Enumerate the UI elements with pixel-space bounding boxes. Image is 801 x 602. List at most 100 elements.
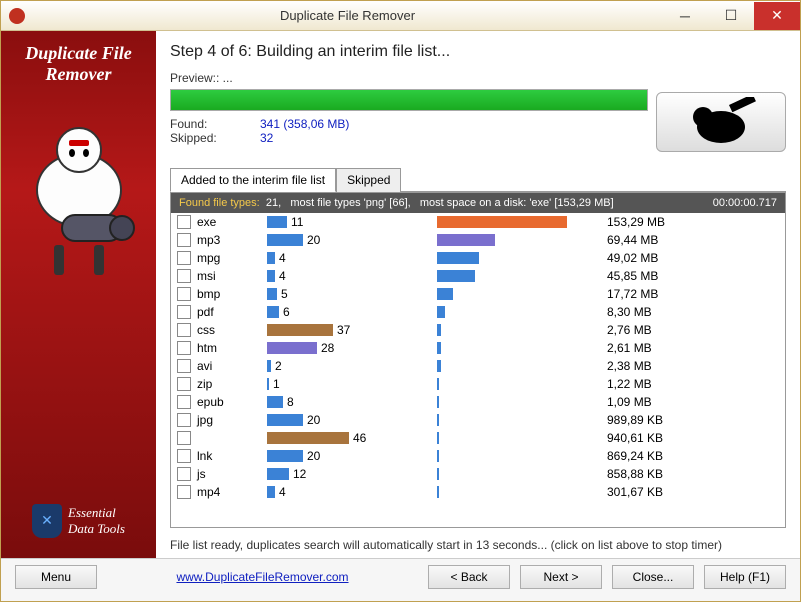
count-bar: 20 (267, 233, 437, 247)
essential-data-tools-logo: Essential Data Tools (32, 504, 125, 538)
file-icon (177, 251, 191, 265)
close-dialog-button[interactable]: Close... (612, 565, 694, 589)
list-item[interactable]: exe11 153,29 MB (171, 213, 785, 231)
count-bar: 8 (267, 395, 437, 409)
shield-icon (32, 504, 62, 538)
tab-added[interactable]: Added to the interim file list (170, 168, 336, 192)
size-label: 858,88 KB (607, 467, 779, 481)
size-label: 49,02 MB (607, 251, 779, 265)
list-item[interactable]: epub8 1,09 MB (171, 393, 785, 411)
ext-label: htm (197, 341, 267, 355)
size-label: 869,24 KB (607, 449, 779, 463)
size-bar (437, 306, 607, 318)
size-label: 8,30 MB (607, 305, 779, 319)
size-bar (437, 396, 607, 408)
ext-label: bmp (197, 287, 267, 301)
ext-label: msi (197, 269, 267, 283)
count-bar: 5 (267, 287, 437, 301)
file-icon (177, 287, 191, 301)
size-bar (437, 270, 607, 282)
maximize-button[interactable]: ☐ (708, 2, 754, 30)
ext-label: zip (197, 377, 267, 391)
size-bar (437, 378, 607, 390)
app-logo-text: Duplicate File Remover (25, 43, 132, 85)
list-item[interactable]: lnk20 869,24 KB (171, 447, 785, 465)
file-icon (177, 323, 191, 337)
window-title: Duplicate File Remover (33, 8, 662, 23)
list-item[interactable]: mpg449,02 MB (171, 249, 785, 267)
list-item[interactable]: js12 858,88 KB (171, 465, 785, 483)
size-bar (437, 486, 607, 498)
count-bar: 20 (267, 413, 437, 427)
list-item[interactable]: jpg20 989,89 KB (171, 411, 785, 429)
size-label: 153,29 MB (607, 215, 779, 229)
progress-bar (170, 89, 648, 111)
found-label: Found: (170, 117, 230, 131)
titlebar: Duplicate File Remover ─ ☐ ✕ (1, 1, 800, 31)
count-bar: 4 (267, 485, 437, 499)
tab-skipped[interactable]: Skipped (336, 168, 401, 192)
list-item[interactable]: 46940,61 KB (171, 429, 785, 447)
size-label: 989,89 KB (607, 413, 779, 427)
file-icon (177, 305, 191, 319)
file-icon (177, 431, 191, 445)
sidebar: Duplicate File Remover (1, 31, 156, 558)
size-bar (437, 360, 607, 372)
size-label: 1,22 MB (607, 377, 779, 391)
size-label: 1,09 MB (607, 395, 779, 409)
size-label: 69,44 MB (607, 233, 779, 247)
ext-label: avi (197, 359, 267, 373)
found-value: 341 (358,06 MB) (260, 117, 349, 131)
list-item[interactable]: zip11,22 MB (171, 375, 785, 393)
size-label: 17,72 MB (607, 287, 779, 301)
file-type-list[interactable]: Found file types: 21, most file types 'p… (170, 192, 786, 528)
file-icon (177, 377, 191, 391)
list-item[interactable]: css372,76 MB (171, 321, 785, 339)
list-item[interactable]: avi22,38 MB (171, 357, 785, 375)
footer-note: File list ready, duplicates search will … (170, 528, 786, 558)
list-item[interactable]: msi445,85 MB (171, 267, 785, 285)
list-item[interactable]: bmp5 17,72 MB (171, 285, 785, 303)
list-item[interactable]: mp44301,67 KB (171, 483, 785, 501)
ext-label: exe (197, 215, 267, 229)
count-bar: 12 (267, 467, 437, 481)
app-window: Duplicate File Remover ─ ☐ ✕ Duplicate F… (0, 0, 801, 602)
size-label: 2,61 MB (607, 341, 779, 355)
size-label: 45,85 MB (607, 269, 779, 283)
ext-label: pdf (197, 305, 267, 319)
list-item[interactable]: htm282,61 MB (171, 339, 785, 357)
file-icon (177, 359, 191, 373)
size-label: 940,61 KB (607, 431, 779, 445)
list-item[interactable]: pdf68,30 MB (171, 303, 785, 321)
ext-label: mp3 (197, 233, 267, 247)
count-bar: 2 (267, 359, 437, 373)
ext-label: js (197, 467, 267, 481)
list-item[interactable]: mp320 69,44 MB (171, 231, 785, 249)
back-button[interactable]: < Back (428, 565, 510, 589)
file-icon (177, 449, 191, 463)
count-bar: 37 (267, 323, 437, 337)
help-button[interactable]: Help (F1) (704, 565, 786, 589)
file-icon (177, 341, 191, 355)
ext-label: epub (197, 395, 267, 409)
list-rows[interactable]: exe11153,29 MBmp32069,44 MBmpg449,02 MBm… (171, 213, 785, 527)
ext-label: lnk (197, 449, 267, 463)
website-link[interactable]: www.DuplicateFileRemover.com (107, 570, 418, 584)
minimize-button[interactable]: ─ (662, 2, 708, 30)
list-header: Found file types: 21, most file types 'p… (171, 193, 785, 213)
close-button[interactable]: ✕ (754, 2, 800, 30)
size-bar (437, 324, 607, 336)
menu-button[interactable]: Menu (15, 565, 97, 589)
count-bar: 11 (267, 215, 437, 229)
file-icon (177, 233, 191, 247)
ext-label: jpg (197, 413, 267, 427)
next-button[interactable]: Next > (520, 565, 602, 589)
skipped-value: 32 (260, 131, 273, 145)
file-icon (177, 215, 191, 229)
sheep-animation-box (656, 92, 786, 152)
count-bar: 20 (267, 449, 437, 463)
count-bar: 4 (267, 251, 437, 265)
button-row: Menu www.DuplicateFileRemover.com < Back… (1, 558, 800, 601)
size-bar (437, 450, 607, 462)
ext-label: mp4 (197, 485, 267, 499)
